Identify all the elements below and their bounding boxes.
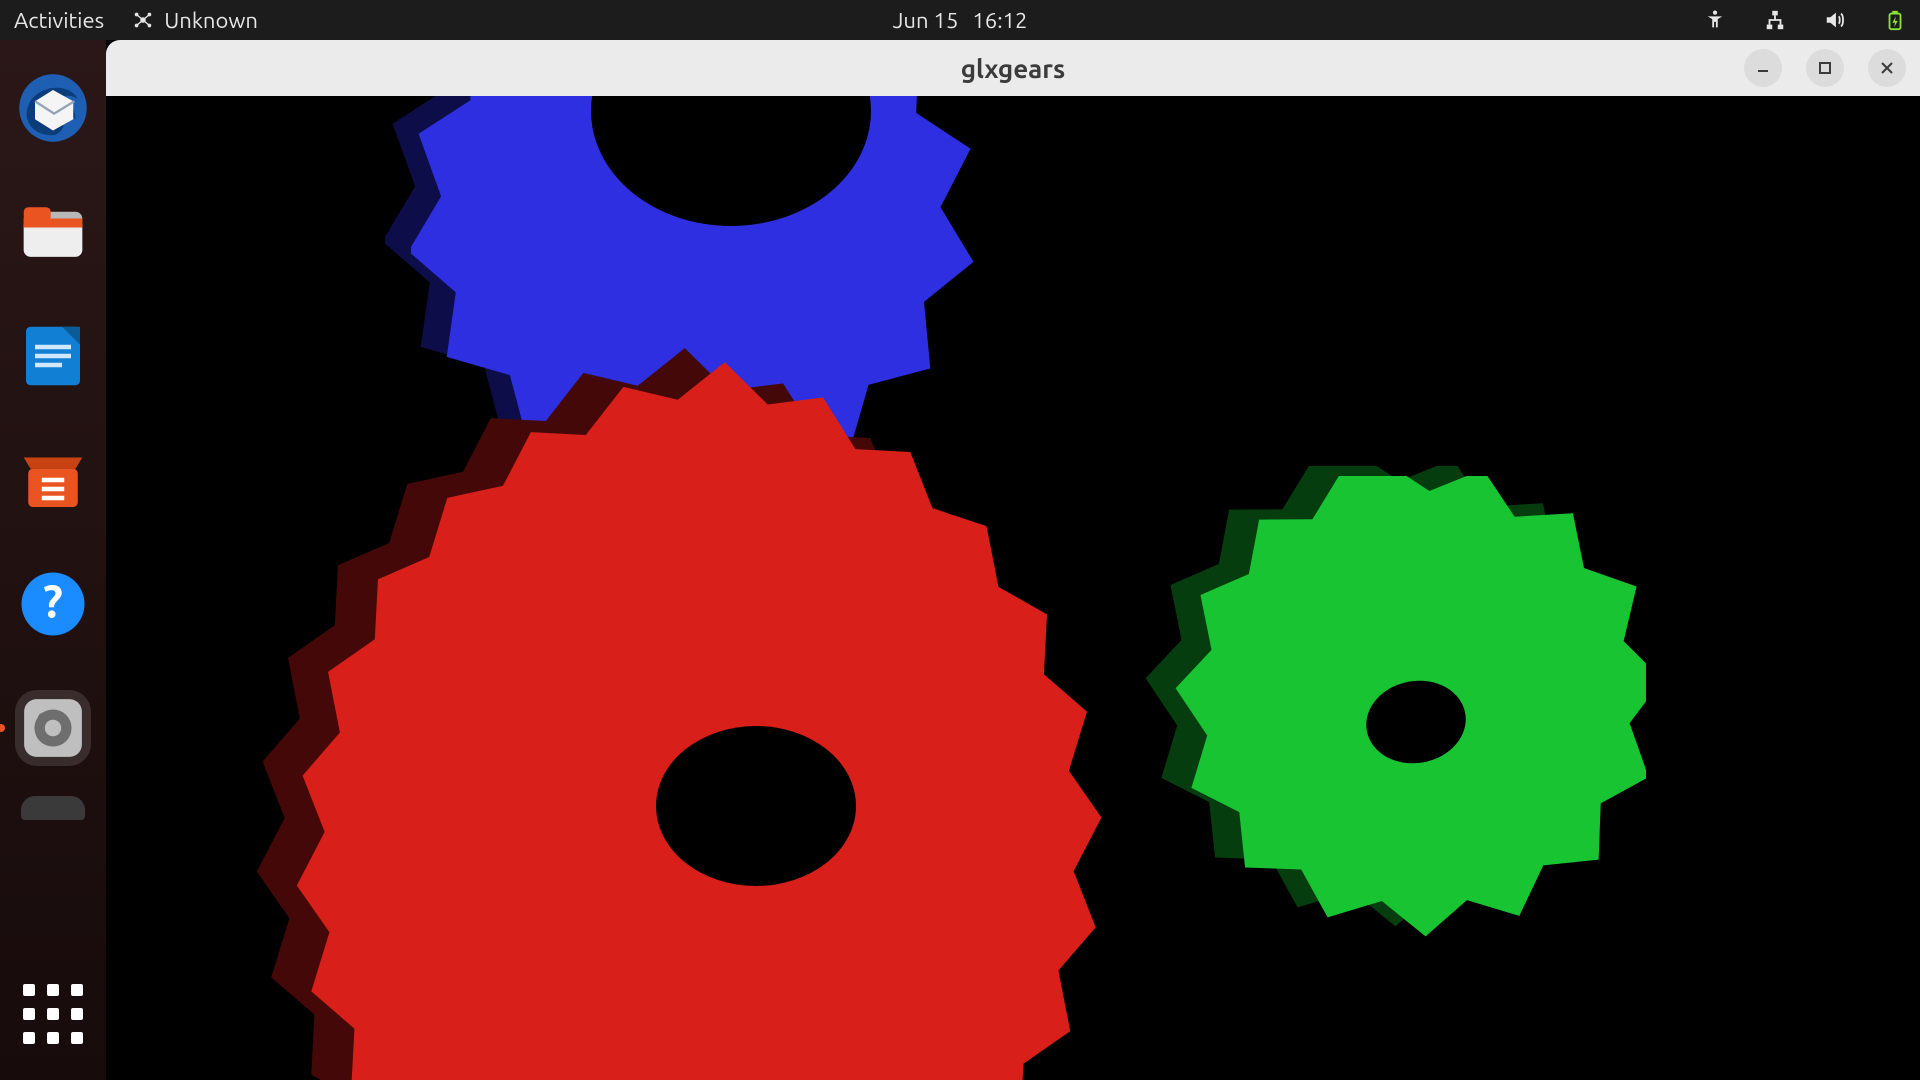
launcher-help[interactable]: ? [15,566,91,642]
show-applications-button[interactable] [23,984,83,1044]
close-icon [1879,60,1895,76]
svg-text:?: ? [43,576,63,627]
window-minimize-button[interactable] [1744,49,1782,87]
gear-settings-icon [20,695,86,761]
ubuntu-software-icon [17,444,89,516]
launcher-writer[interactable] [15,318,91,394]
window-title: glxgears [961,54,1066,83]
app-menu[interactable]: Unknown [132,8,258,33]
launcher-software[interactable] [15,442,91,518]
launcher-thunderbird[interactable] [15,70,91,146]
launcher-files[interactable] [15,194,91,270]
gear-red-bore [656,726,856,886]
gear-red [226,326,1226,1080]
clock-time: 16:12 [972,8,1027,33]
network-wired-icon [1764,9,1786,31]
app-menu-label: Unknown [164,8,258,33]
activities-label: Activities [14,8,104,33]
accessibility-icon [1704,9,1726,31]
clock-date: Jun 15 [893,8,959,33]
battery-charging-icon [1884,9,1906,31]
help-icon: ? [17,568,89,640]
glxgears-canvas [106,96,1920,1080]
activities-button[interactable]: Activities [14,8,104,33]
gnome-top-bar: Activities Unknown Jun 15 16:12 [0,0,1920,40]
ubuntu-dock: ? [0,40,106,1080]
window-titlebar[interactable]: glxgears [106,40,1920,96]
clock[interactable]: Jun 15 16:12 [893,8,1028,33]
launcher-overflow-peek[interactable] [21,796,85,820]
status-area[interactable] [1704,9,1906,31]
window-maximize-button[interactable] [1806,49,1844,87]
launcher-glxgears[interactable] [15,690,91,766]
thunderbird-icon [17,72,89,144]
glxgears-window: glxgears [106,40,1920,1080]
files-icon [17,196,89,268]
libreoffice-writer-icon [17,320,89,392]
window-close-button[interactable] [1868,49,1906,87]
volume-icon [1824,9,1846,31]
minimize-icon [1755,60,1771,76]
unknown-app-icon [132,9,154,31]
maximize-icon [1817,60,1833,76]
